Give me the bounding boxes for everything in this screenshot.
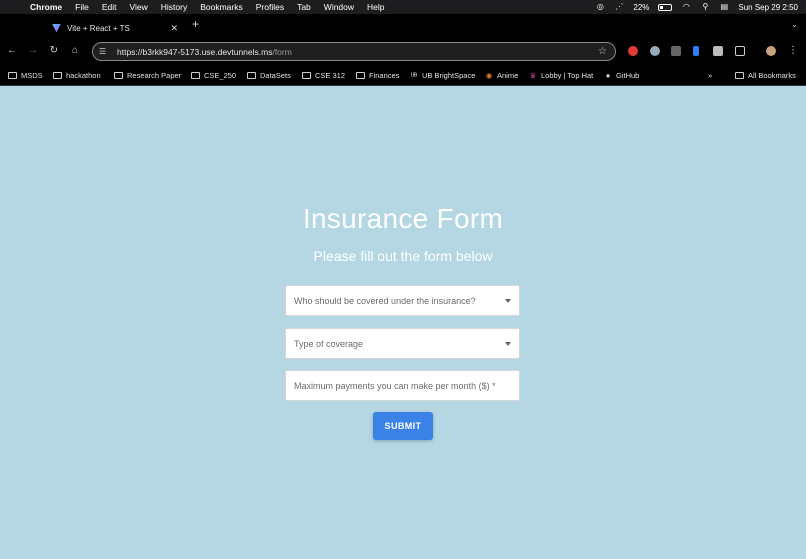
extension-light-icon[interactable] xyxy=(713,46,723,56)
extension-blue-icon[interactable] xyxy=(693,46,699,56)
activity-icon[interactable]: ⋰ xyxy=(614,3,624,11)
page-content: Insurance Form Please fill out the form … xyxy=(0,86,806,559)
menu-help[interactable]: Help xyxy=(367,2,384,12)
all-bookmarks-folder[interactable]: All Bookmarks xyxy=(735,71,796,80)
anime-site-icon: ◉ xyxy=(485,71,493,80)
menu-window[interactable]: Window xyxy=(324,2,354,12)
url-text[interactable]: https://b3rkk947-5173.use.devtunnels.ms/… xyxy=(117,47,292,57)
top-hat-icon: ♛ xyxy=(529,71,537,80)
form-subtitle: Please fill out the form below xyxy=(313,248,493,264)
address-bar[interactable]: ☰ https://b3rkk947-5173.use.devtunnels.m… xyxy=(92,42,616,61)
bookmark-folder-msds[interactable]: MSDS xyxy=(8,71,43,80)
menu-edit[interactable]: Edit xyxy=(102,2,117,12)
coverage-type-placeholder: Type of coverage xyxy=(294,338,364,349)
chrome-menu-icon[interactable]: ⋮ xyxy=(786,45,800,56)
menu-history[interactable]: History xyxy=(161,2,187,12)
tab-strip: Vite + React + TS ✕ xyxy=(0,14,806,38)
tab-title: Vite + React + TS xyxy=(67,23,130,33)
new-tab-button[interactable]: + xyxy=(192,17,199,31)
reload-icon[interactable]: ↻ xyxy=(47,45,61,56)
menu-bookmarks[interactable]: Bookmarks xyxy=(200,2,243,12)
bookmark-top-hat[interactable]: ♛ Lobby | Top Hat xyxy=(528,71,594,80)
browser-toolbar: ← → ↻ ⌂ ☰ https://b3rkk947-5173.use.devt… xyxy=(0,38,806,66)
status-area: ◎ ⋰ 22% ◠ ⚲ ▤ Sun Sep 29 2:50 xyxy=(595,0,798,14)
folder-icon xyxy=(191,72,200,79)
bookmarks-bar: MSDS hackathon Research Paper CSE_250 Da… xyxy=(0,66,806,86)
bookmark-folder-hackathon[interactable]: hackathon xyxy=(53,71,101,80)
extension-red-icon[interactable] xyxy=(628,46,638,56)
bookmark-folder-finances[interactable]: Finances xyxy=(356,71,399,80)
control-center-icon[interactable]: ▤ xyxy=(719,3,729,11)
bookmark-ub-brightspace[interactable]: ᵁᴮ UB BrightSpace xyxy=(409,71,476,80)
menu-file[interactable]: File xyxy=(75,2,89,12)
battery-icon[interactable] xyxy=(658,3,673,11)
folder-icon xyxy=(356,72,365,79)
tab-close-icon[interactable]: ✕ xyxy=(170,23,178,34)
home-icon[interactable]: ⌂ xyxy=(68,45,82,56)
coverage-type-select[interactable]: Type of coverage xyxy=(285,328,520,359)
max-payment-input[interactable] xyxy=(286,371,519,400)
menu-app-name[interactable]: Chrome xyxy=(30,2,62,12)
ub-logo-icon: ᵁᴮ xyxy=(410,71,418,80)
menu-view[interactable]: View xyxy=(129,2,147,12)
menu-tab[interactable]: Tab xyxy=(297,2,311,12)
menu-profiles[interactable]: Profiles xyxy=(256,2,284,12)
folder-icon xyxy=(735,72,744,79)
tab-vite-app[interactable]: Vite + React + TS ✕ xyxy=(46,18,186,38)
dropdown-caret-icon xyxy=(505,342,511,346)
site-settings-icon[interactable]: ☰ xyxy=(99,47,109,56)
folder-icon xyxy=(8,72,17,79)
bookmark-folder-research-paper[interactable]: Research Paper xyxy=(114,71,181,80)
folder-icon xyxy=(114,72,123,79)
covered-select-placeholder: Who should be covered under the insuranc… xyxy=(294,295,476,306)
bookmark-github[interactable]: ● GitHub xyxy=(603,71,640,80)
profile-avatar[interactable] xyxy=(766,46,776,56)
folder-icon xyxy=(302,72,311,79)
folder-icon xyxy=(247,72,256,79)
form-title: Insurance Form xyxy=(302,203,504,234)
tab-search-chevron-icon[interactable]: ⌄ xyxy=(791,20,798,29)
search-icon[interactable]: ⚲ xyxy=(700,3,710,11)
dropdown-caret-icon xyxy=(505,299,511,303)
github-icon: ● xyxy=(605,71,611,80)
bookmarks-overflow-icon[interactable]: » xyxy=(708,71,712,80)
extension-grey-icon[interactable] xyxy=(671,46,681,56)
bookmark-folder-cse-250[interactable]: CSE_250 xyxy=(191,71,236,80)
globe-icon[interactable]: ◎ xyxy=(595,3,605,11)
folder-icon xyxy=(53,72,62,79)
bookmark-star-icon[interactable]: ☆ xyxy=(598,46,607,57)
forward-arrow-icon[interactable]: → xyxy=(26,45,40,56)
submit-button[interactable]: SUBMIT xyxy=(373,412,433,440)
bookmark-folder-cse-312[interactable]: CSE 312 xyxy=(302,71,345,80)
bookmark-folder-datasets[interactable]: DataSets xyxy=(247,71,291,80)
back-arrow-icon[interactable]: ← xyxy=(5,45,19,56)
vite-favicon-icon xyxy=(52,23,61,33)
max-payment-field-wrapper xyxy=(285,370,520,401)
bookmark-anime[interactable]: ◉ Anime xyxy=(484,71,519,80)
macos-menu-bar: Chrome File Edit View History Bookmarks … xyxy=(0,0,806,14)
menu-datetime[interactable]: Sun Sep 29 2:50 xyxy=(738,3,798,12)
wifi-icon[interactable]: ◠ xyxy=(681,3,691,11)
battery-percent: 22% xyxy=(633,2,650,12)
extension-circle-icon[interactable] xyxy=(650,46,660,56)
covered-select[interactable]: Who should be covered under the insuranc… xyxy=(285,285,520,316)
extensions-puzzle-icon[interactable] xyxy=(735,46,745,56)
